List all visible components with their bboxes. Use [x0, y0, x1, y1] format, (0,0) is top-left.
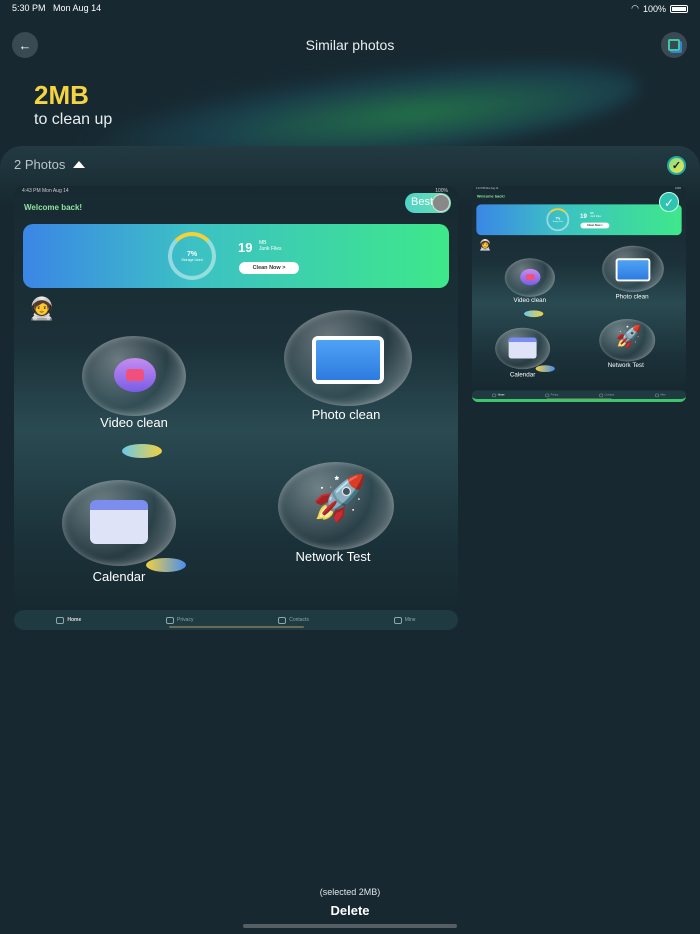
- collapse-arrow-icon: [73, 161, 86, 168]
- fish-icon: [146, 558, 186, 572]
- fish-icon: [524, 310, 544, 318]
- cleanup-caption: to clean up: [34, 111, 113, 128]
- group-toggle[interactable]: 2 Photos: [14, 157, 86, 172]
- video-icon: [520, 268, 541, 286]
- feature-video-clean: Video clean: [100, 415, 168, 430]
- photo-status: 4:43 PM Mon Aug 14: [475, 186, 499, 190]
- junk-label: Junk Files: [259, 246, 282, 252]
- best-badge: Best: [405, 193, 451, 213]
- junk-label: Junk Files: [590, 214, 601, 218]
- feature-video-clean: Video clean: [513, 296, 547, 304]
- photo-home-indicator: [546, 398, 612, 399]
- storage-label: Storage Used: [552, 220, 563, 223]
- group-select-checkbox[interactable]: ✓: [667, 156, 686, 175]
- checkmark-icon: ✓: [671, 160, 682, 172]
- astronaut-icon: 🧑‍🚀: [28, 296, 56, 321]
- photo-banner: 7% Storage Used 19 MB Junk Files Clean Now…: [23, 224, 449, 288]
- calendar-icon: [90, 500, 148, 544]
- battery-percent: 100%: [642, 3, 666, 14]
- photo-icon: [615, 258, 651, 282]
- photo-thumbnail-content[interactable]: 4:43 PM Mon Aug 14 100% Welcome back! 7%…: [472, 186, 686, 399]
- feature-photo-clean: Photo clean: [311, 407, 381, 422]
- clean-now-button: Clean Now >: [580, 222, 610, 229]
- photo-status-battery: 100%: [675, 186, 682, 190]
- storage-ring: 7% Storage Used: [543, 208, 572, 232]
- photo-thumbnail-selected[interactable]: 4:43 PM Mon Aug 14 100% Welcome back! 7%…: [472, 186, 686, 402]
- delete-button[interactable]: Delete: [0, 903, 700, 918]
- tab-mine: Mine: [393, 616, 416, 624]
- status-date: Mon Aug 14: [53, 3, 102, 13]
- tab-privacy: Privacy: [166, 616, 193, 624]
- photo-banner: 7% Storage Used 19 MB Junk Files Clean Now…: [476, 204, 682, 236]
- junk-label-wrap: MB Junk Files: [590, 212, 601, 218]
- photo-home-indicator: [169, 626, 304, 628]
- storage-label: Storage Used: [181, 257, 203, 262]
- status-time: 5:30 PM: [12, 3, 46, 13]
- wifi-icon: ◠: [631, 3, 639, 13]
- video-icon: [114, 358, 156, 392]
- photo-welcome: Welcome back!: [476, 194, 505, 199]
- storage-ring: 7% Storage Used: [162, 232, 222, 280]
- avatar: [432, 194, 450, 212]
- feature-network-test: Network Test: [607, 360, 644, 369]
- battery-icon: [670, 4, 688, 13]
- status-bar: 5:30 PM Mon Aug 14 ◠ 100%: [12, 3, 688, 17]
- junk-count: 19: [238, 240, 253, 255]
- group-label: 2 Photos: [14, 157, 66, 172]
- cleanup-size: 2MB: [34, 80, 89, 110]
- photo-welcome: Welcome back!: [24, 203, 83, 212]
- junk-count: 19: [579, 212, 587, 220]
- rocket-icon: 🚀: [615, 324, 643, 349]
- photo-thumbnail-best[interactable]: 4:43 PM Mon Aug 14 100% Welcome back! Be…: [14, 186, 458, 630]
- storage-pct: 7%: [186, 250, 198, 258]
- select-all-icon: [668, 39, 680, 51]
- fish-icon: [122, 444, 162, 458]
- tab-home: Home: [492, 393, 504, 397]
- photo-icon: [312, 336, 384, 384]
- clean-now-button: Clean Now >: [239, 262, 299, 274]
- photo-select-checkbox[interactable]: ✓: [659, 192, 679, 212]
- feature-network-test: Network Test: [295, 549, 371, 564]
- calendar-icon: [508, 337, 537, 359]
- home-indicator: [243, 924, 457, 928]
- feature-photo-clean: Photo clean: [615, 292, 649, 300]
- tab-contacts: Contacts: [278, 616, 309, 624]
- junk-label-wrap: MB Junk Files: [259, 240, 282, 252]
- page-title: Similar photos: [305, 37, 395, 53]
- tab-contacts: Contacts: [599, 393, 614, 397]
- tab-mine: Mine: [655, 393, 666, 397]
- selected-size: (selected 2MB): [319, 887, 381, 897]
- photo-status: 4:43 PM Mon Aug 14: [22, 188, 69, 194]
- select-all-button[interactable]: [661, 32, 687, 58]
- tab-home: Home: [56, 616, 81, 624]
- fish-icon: [535, 365, 555, 373]
- rocket-icon: 🚀: [312, 474, 367, 523]
- tab-privacy: Privacy: [545, 393, 558, 397]
- astronaut-icon: 🧑‍🚀: [478, 239, 492, 252]
- best-label: Best: [411, 196, 434, 208]
